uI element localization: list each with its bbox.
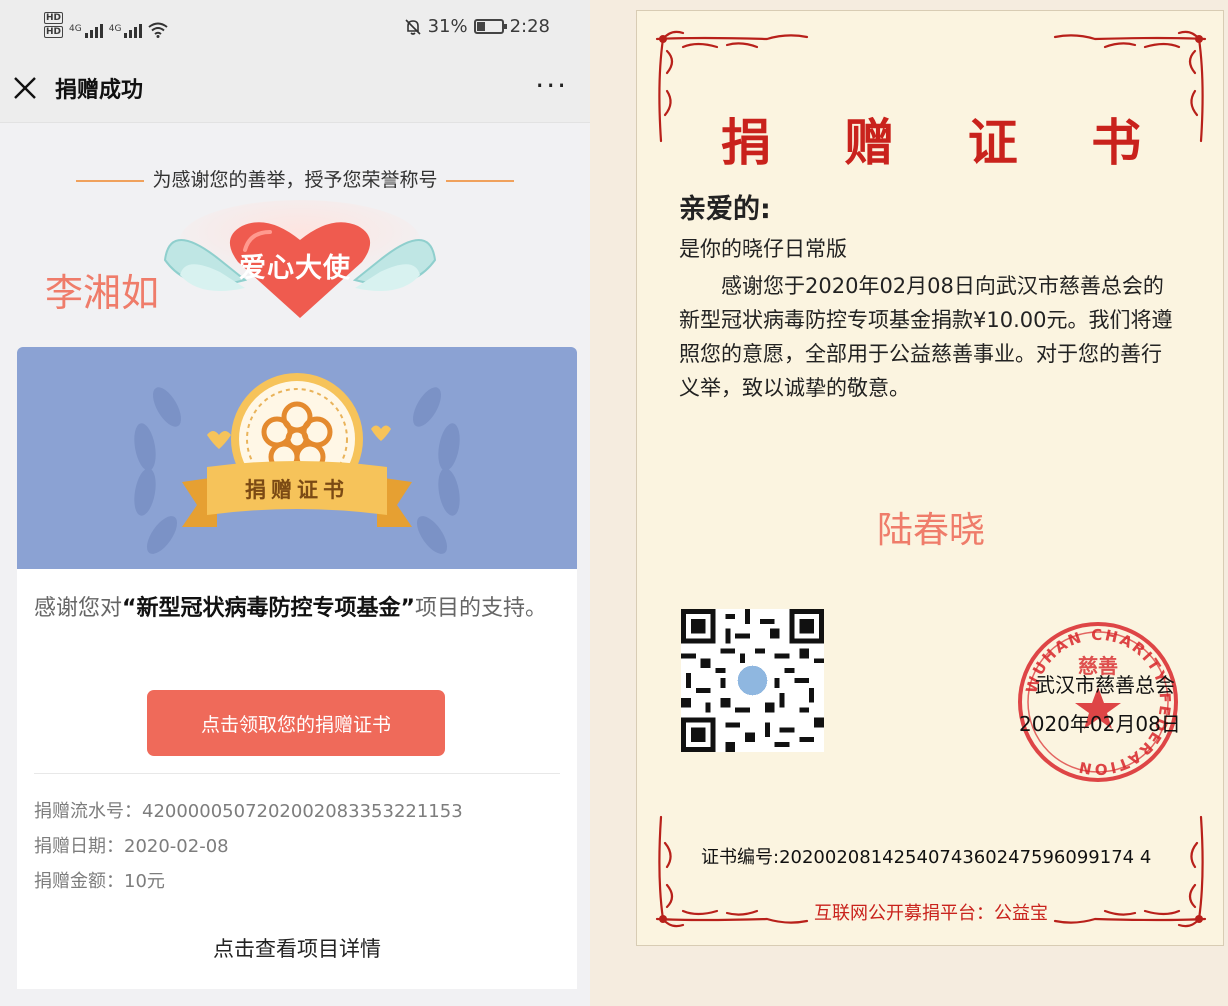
hd-label-1: HD [44, 12, 64, 24]
certificate-greeting: 亲爱的: [679, 194, 771, 225]
net-label-2: 4G [108, 24, 122, 34]
claim-certificate-button[interactable]: 点击领取您的捐赠证书 [147, 690, 445, 756]
signal-icon-2: 4G [109, 24, 143, 38]
page-title: 捐赠成功 [55, 78, 144, 103]
clock: 2:28 [509, 16, 550, 37]
bell-muted-icon [404, 18, 421, 35]
certificate-body: 感谢您于2020年02月08日向武汉市慈善总会的新型冠状病毒防控专项基金捐款¥1… [679, 274, 1173, 400]
official-seal-icon: WUHAN CHARITY FEDERATION 慈善 [1018, 622, 1178, 782]
serial-label: 捐赠流水号： [34, 801, 142, 822]
date-label: 捐赠日期： [34, 836, 124, 857]
serial-value: 4200000507202002083353221153 [142, 801, 463, 822]
thanks-prefix: 感谢您对 [34, 596, 123, 621]
close-icon[interactable] [12, 75, 38, 101]
nav-bar: 捐赠成功 ··· [0, 56, 590, 123]
date-row: 捐赠日期：2020-02-08 [34, 832, 229, 858]
status-right: 31% 2:28 [404, 16, 550, 37]
certificate-number: 证书编号:2020020814254074360247596099174 4 [701, 843, 1151, 869]
certificate-banner-label: 捐赠证书 [245, 478, 349, 502]
name-overlay: 李湘如 [45, 271, 160, 315]
wifi-icon [148, 22, 169, 38]
divider-right [445, 179, 514, 182]
issue-date: 2020年02月08日 [1019, 712, 1181, 736]
more-options-icon[interactable]: ··· [535, 72, 568, 100]
hd-icon: HD HD [44, 12, 64, 38]
amount-label: 捐赠金额： [34, 871, 124, 892]
amount-row: 捐赠金额：10元 [34, 867, 165, 893]
battery-percent: 31% [427, 16, 468, 37]
certificate-banner[interactable]: 捐赠证书 [17, 347, 577, 569]
donation-card: 感谢您对“新型冠状病毒防控专项基金”项目的支持。 点击领取您的捐赠证书 捐赠流水… [17, 569, 577, 989]
status-bar: HD HD 4G 4G 31% 2:28 [0, 0, 590, 56]
honor-intro: 为感谢您的善举，授予您荣誉称号 [0, 165, 590, 192]
net-label-1: 4G [69, 24, 82, 34]
serial-row: 捐赠流水号：4200000507202002083353221153 [34, 797, 463, 823]
certificate-title: 捐 赠 证 书 [720, 114, 1170, 172]
phone-screen: HD HD 4G 4G 31% 2:28 捐赠成功 ··· 为感谢您的善举，授予… [0, 0, 590, 1006]
date-value: 2020-02-08 [124, 836, 229, 857]
name-overlay-certificate: 陆春晓 [876, 510, 985, 551]
thanks-message: 感谢您对“新型冠状病毒防控专项基金”项目的支持。 [34, 587, 554, 631]
project-name: “新型冠状病毒防控专项基金” [122, 596, 415, 621]
donation-certificate: 捐 赠 证 书 亲爱的: 是你的晓仔日常版 感谢您于2020年02月08日向武汉… [636, 10, 1224, 946]
divider-left [76, 179, 145, 182]
project-details-link[interactable]: 点击查看项目详情 [17, 933, 577, 963]
certificate-medal-icon [134, 373, 460, 554]
hd-label-2: HD [44, 26, 64, 38]
certificate-number-value: 2020020814254074360247596099174 4 [779, 847, 1152, 868]
fundraising-platform: 互联网公开募捐平台：公益宝 [814, 903, 1048, 924]
divider [34, 773, 560, 774]
amount-value: 10元 [124, 871, 165, 892]
issuer-name: 武汉市慈善总会 [1035, 673, 1175, 697]
certificate-number-label: 证书编号: [701, 847, 780, 868]
battery-fill [476, 22, 485, 31]
status-left: HD HD 4G 4G [44, 12, 169, 38]
donor-name: 是你的晓仔日常版 [679, 237, 847, 261]
honor-title: 爱心大使 [239, 253, 351, 284]
signal-icon: 4G [69, 24, 103, 38]
qr-code-icon [681, 609, 824, 752]
thanks-suffix: 项目的支持。 [414, 596, 547, 621]
battery-icon [473, 19, 507, 34]
honor-intro-text: 为感谢您的善举，授予您荣誉称号 [152, 169, 438, 191]
